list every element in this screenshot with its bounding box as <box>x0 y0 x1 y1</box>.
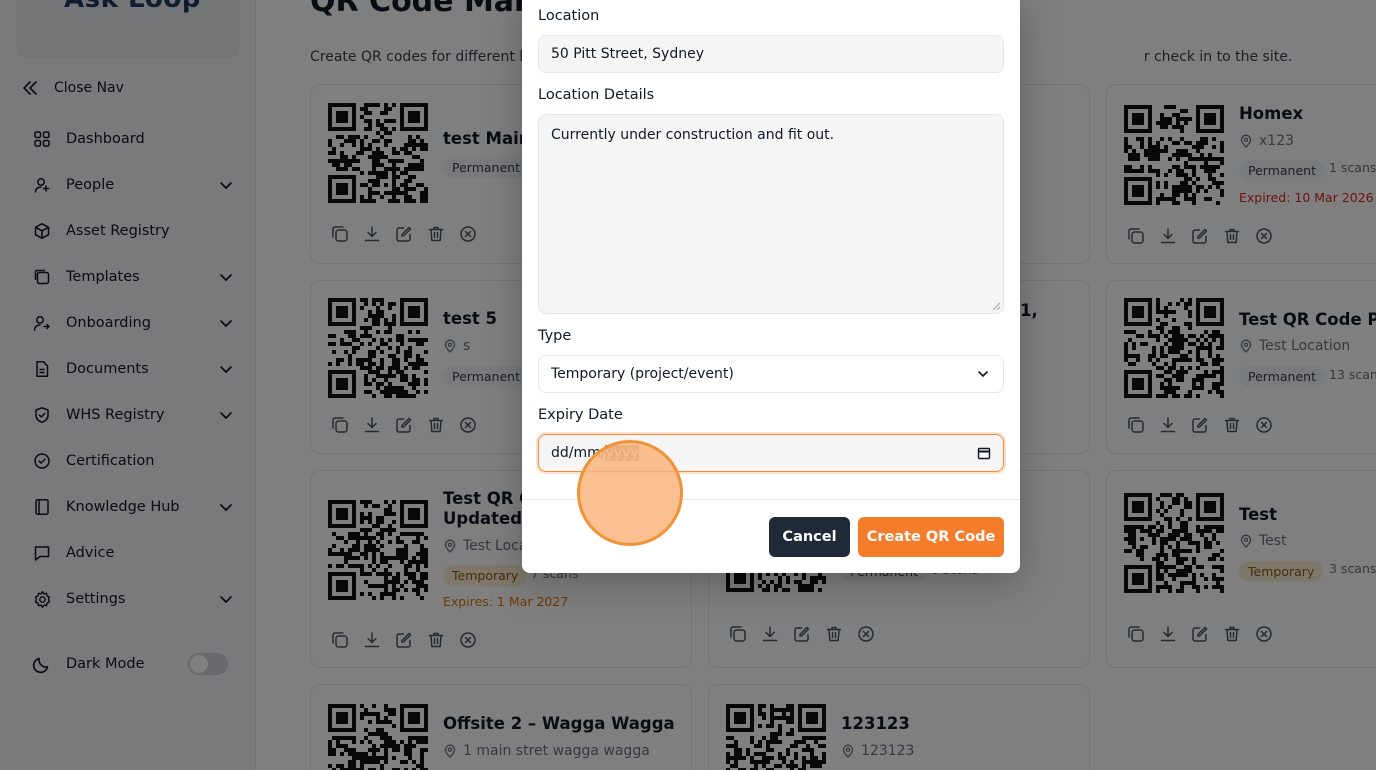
expiry-date-label: Expiry Date <box>538 407 623 423</box>
create-qr-code-button[interactable]: Create QR Code <box>858 517 1004 557</box>
location-details-text: Currently under construction and fit out… <box>551 127 835 143</box>
location-details-label: Location Details <box>538 87 655 103</box>
type-select[interactable]: Temporary (project/event) <box>538 355 1004 393</box>
location-label: Location <box>538 8 600 24</box>
location-details-textarea[interactable]: Currently under construction and fit out… <box>538 114 1004 314</box>
calendar-icon[interactable] <box>977 446 991 460</box>
chevron-down-icon <box>978 371 988 378</box>
type-selected-value: Temporary (project/event) <box>551 366 734 382</box>
cancel-button[interactable]: Cancel <box>769 517 850 557</box>
click-indicator <box>577 440 683 546</box>
location-input[interactable]: 50 Pitt Street, Sydney <box>538 35 1004 73</box>
resize-handle-icon[interactable] <box>992 302 1000 310</box>
type-label: Type <box>538 328 572 344</box>
